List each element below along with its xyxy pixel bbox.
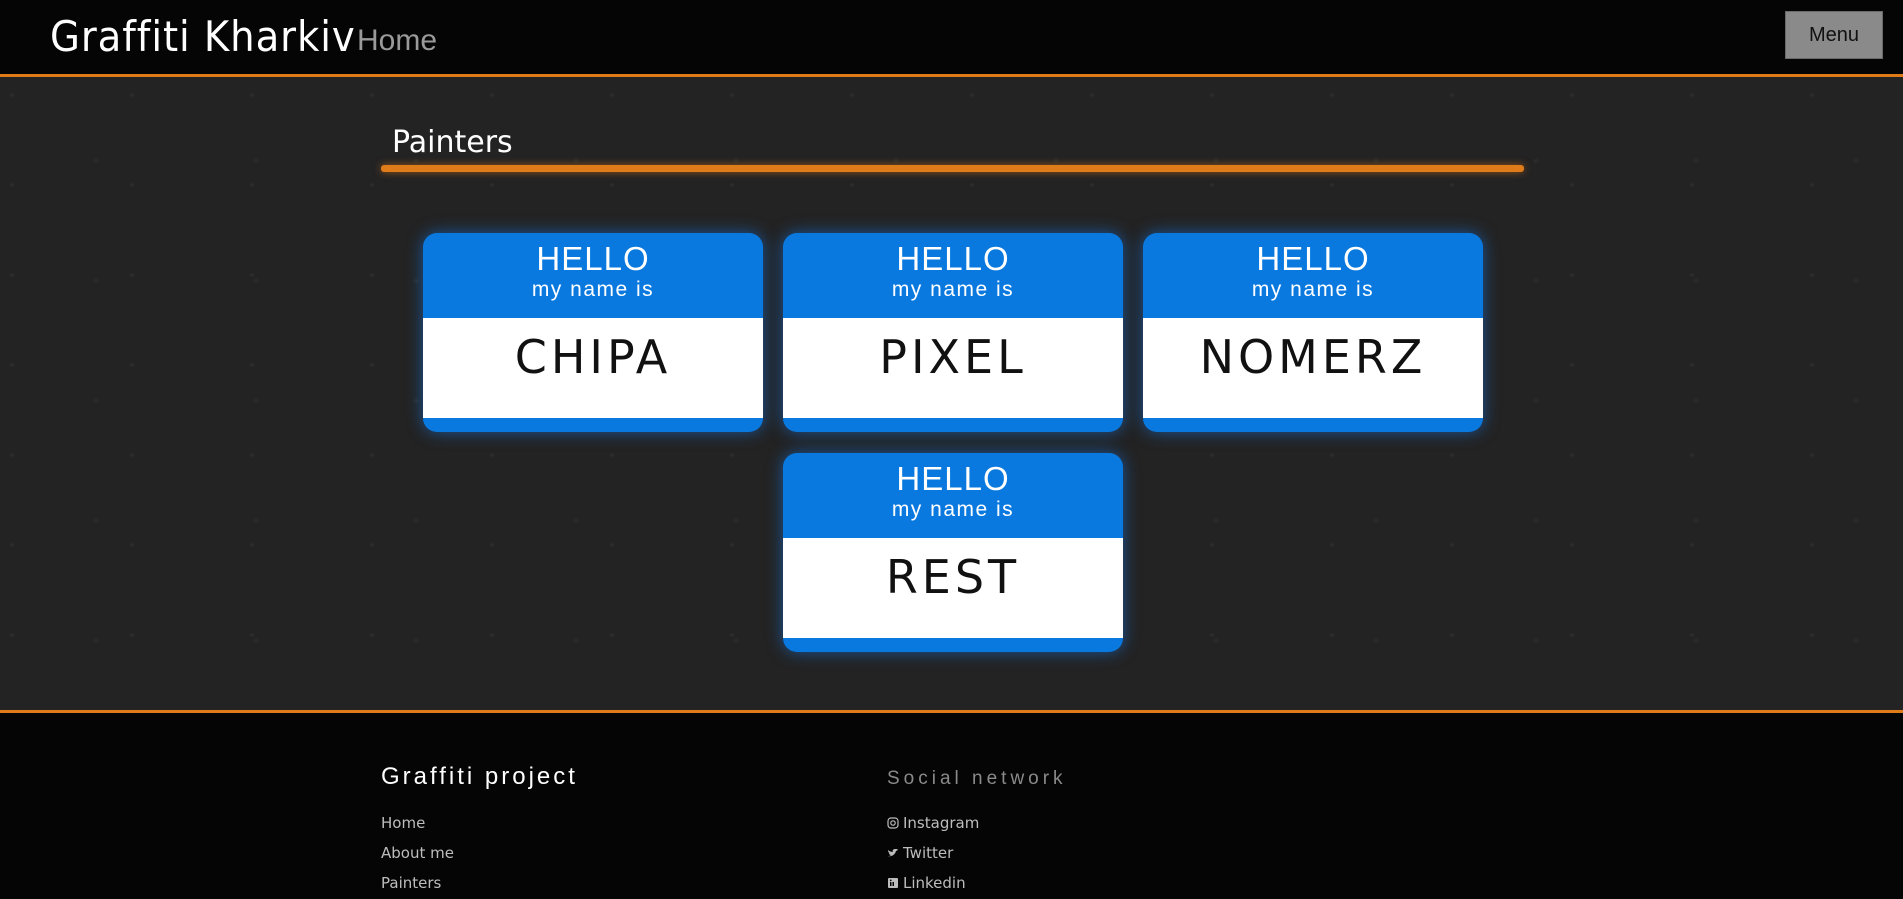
painter-name: PIXEL: [879, 330, 1027, 384]
card-header: HELLO my name is: [783, 453, 1123, 538]
painter-card-rest[interactable]: HELLO my name is REST: [783, 453, 1123, 652]
title-divider: [381, 165, 1524, 172]
card-hello: HELLO: [1256, 240, 1370, 277]
linkedin-icon: [887, 869, 899, 888]
footer-link-painters[interactable]: Painters: [381, 868, 454, 898]
card-subtitle: my name is: [891, 498, 1015, 521]
footer-project-title: Graffiti project: [381, 763, 578, 790]
footer-link-home[interactable]: Home: [381, 808, 454, 838]
twitter-icon: [887, 839, 899, 857]
card-subtitle: my name is: [891, 278, 1015, 301]
card-body: PIXEL: [783, 318, 1123, 418]
top-navbar: Graffiti Kharkiv Home Menu: [0, 0, 1903, 77]
page-label: Home: [357, 24, 438, 57]
card-body: REST: [783, 538, 1123, 638]
social-label: Twitter: [903, 844, 954, 862]
painter-name: CHIPA: [514, 330, 672, 384]
social-link-instagram[interactable]: Instagram: [887, 808, 979, 838]
social-link-twitter[interactable]: Twitter: [887, 838, 979, 868]
card-hello: HELLO: [536, 240, 650, 277]
card-header: HELLO my name is: [423, 233, 763, 318]
main-content: Painters HELLO my name is CHIPA HELLO my…: [0, 77, 1903, 713]
footer: Graffiti project Home About me Painters …: [0, 713, 1903, 892]
painter-card-nomerz[interactable]: HELLO my name is NOMERZ: [1143, 233, 1483, 432]
instagram-icon: [887, 809, 899, 829]
social-label: Linkedin: [903, 874, 966, 892]
card-body: CHIPA: [423, 318, 763, 418]
footer-links: Home About me Painters: [381, 808, 454, 898]
painter-card-pixel[interactable]: HELLO my name is PIXEL: [783, 233, 1123, 432]
painter-name: NOMERZ: [1199, 330, 1427, 384]
card-hello: HELLO: [896, 240, 1010, 277]
card-header: HELLO my name is: [783, 233, 1123, 318]
card-hello: HELLO: [896, 460, 1010, 497]
social-links: Instagram Twitter Linkedin: [887, 808, 979, 898]
card-subtitle: my name is: [1251, 278, 1375, 301]
painter-name: REST: [885, 550, 1021, 604]
site-brand[interactable]: Graffiti Kharkiv: [50, 12, 356, 61]
section-title: Painters: [392, 125, 513, 160]
footer-social-title: Social network: [887, 768, 1067, 789]
menu-button[interactable]: Menu: [1785, 11, 1883, 59]
painter-card-chipa[interactable]: HELLO my name is CHIPA: [423, 233, 763, 432]
social-link-linkedin[interactable]: Linkedin: [887, 868, 979, 898]
card-header: HELLO my name is: [1143, 233, 1483, 318]
footer-link-about[interactable]: About me: [381, 838, 454, 868]
social-label: Instagram: [903, 814, 980, 832]
card-body: NOMERZ: [1143, 318, 1483, 418]
card-subtitle: my name is: [531, 278, 655, 301]
